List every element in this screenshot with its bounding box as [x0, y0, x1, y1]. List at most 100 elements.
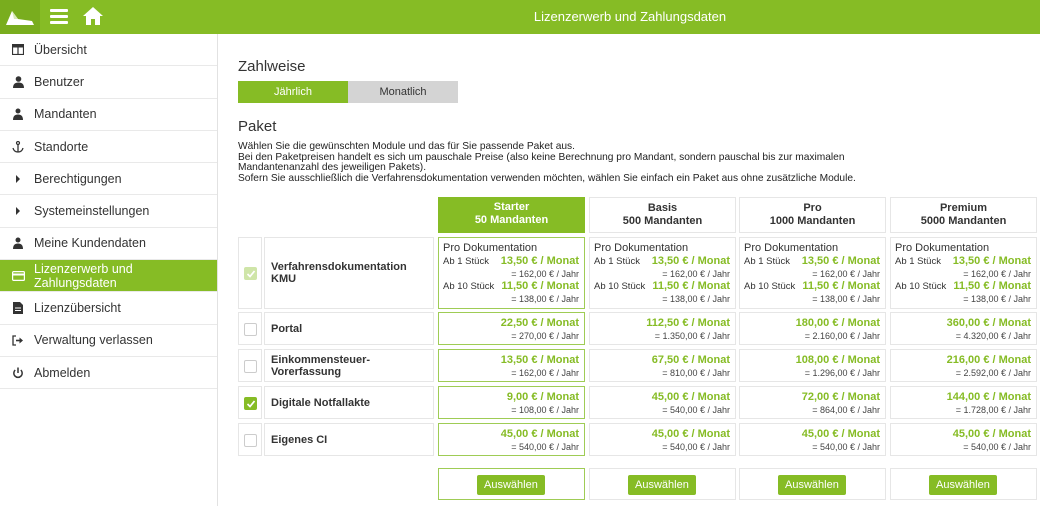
credit-card-icon: [11, 269, 25, 283]
price-monthly: 13,50 € / Monat: [952, 255, 1031, 267]
page-title: Lizenzerwerb und Zahlungsdaten: [533, 9, 727, 24]
price-cell[interactable]: 216,00 € / Monat = 2.592,00 € / Jahr: [890, 349, 1037, 382]
user-icon: [11, 75, 25, 89]
price-cell-doc-basis[interactable]: Pro Dokumentation Ab 1 Stück 13,50 € / M…: [589, 237, 736, 309]
plan-name: Starter: [493, 201, 530, 213]
plan-mandanten: 50 Mandanten: [474, 214, 549, 226]
price-cell-doc-starter[interactable]: Pro Dokumentation Ab 1 Stück 13,50 € / M…: [438, 237, 585, 309]
price-monthly: 13,50 € / Monat: [500, 255, 579, 267]
home-icon[interactable]: [82, 6, 104, 31]
price-cell[interactable]: 180,00 € / Monat = 2.160,00 € / Jahr: [739, 312, 886, 345]
module-checkbox[interactable]: [244, 323, 257, 336]
sidebar-item-standorte[interactable]: Standorte: [0, 131, 217, 164]
select-basis-button[interactable]: Auswählen: [628, 475, 696, 495]
plan-header-basis[interactable]: Basis 500 Mandanten: [589, 197, 736, 233]
select-starter-button[interactable]: Auswählen: [477, 475, 545, 495]
price-monthly: 22,50 € / Monat: [500, 317, 579, 329]
price-monthly: 11,50 € / Monat: [953, 280, 1031, 292]
module-name: Einkommensteuer-Vorerfassung: [264, 349, 434, 382]
price-yearly: = 1.728,00 € / Jahr: [955, 405, 1031, 415]
checkbox-cell: [238, 237, 262, 309]
price-cell-doc-premium[interactable]: Pro Dokumentation Ab 1 Stück 13,50 € / M…: [890, 237, 1037, 309]
price-yearly: = 162,00 € / Jahr: [963, 269, 1031, 279]
price-cell[interactable]: 360,00 € / Monat = 4.320,00 € / Jahr: [890, 312, 1037, 345]
document-icon: [11, 301, 25, 315]
price-cell[interactable]: 45,00 € / Monat = 540,00 € / Jahr: [589, 423, 736, 456]
sidebar-item-meine-kundendaten[interactable]: Meine Kundendaten: [0, 228, 217, 261]
price-cell[interactable]: 45,00 € / Monat = 540,00 € / Jahr: [739, 423, 886, 456]
plan-header-starter[interactable]: Starter 50 Mandanten: [438, 197, 585, 233]
menu-icon[interactable]: [50, 9, 68, 25]
price-cell[interactable]: 22,50 € / Monat = 270,00 € / Jahr: [438, 312, 585, 345]
price-cell[interactable]: 45,00 € / Monat = 540,00 € / Jahr: [890, 423, 1037, 456]
plan-header-premium[interactable]: Premium 5000 Mandanten: [890, 197, 1037, 233]
sidebar-item-systemeinstellungen[interactable]: Systemeinstellungen: [0, 195, 217, 228]
sidebar-item-label: Übersicht: [34, 42, 87, 57]
payment-option-yearly[interactable]: Jährlich: [238, 81, 348, 103]
price-cell[interactable]: 67,50 € / Monat = 810,00 € / Jahr: [589, 349, 736, 382]
price-cell[interactable]: 45,00 € / Monat = 540,00 € / Jahr: [438, 423, 585, 456]
plan-header-pro[interactable]: Pro 1000 Mandanten: [739, 197, 886, 233]
price-monthly: 216,00 € / Monat: [946, 354, 1031, 366]
sidebar-item-berechtigungen[interactable]: Berechtigungen: [0, 163, 217, 196]
price-yearly: = 162,00 € / Jahr: [812, 269, 880, 279]
doc-title: Pro Dokumentation: [744, 242, 839, 254]
sidebar-item-abmelden[interactable]: Abmelden: [0, 357, 217, 390]
description-line: Mandantenanzahl des jeweiligen Pakets).: [238, 162, 427, 173]
module-checkbox[interactable]: [244, 360, 257, 373]
plan-mandanten: 500 Mandanten: [622, 215, 703, 227]
price-monthly: 11,50 € / Monat: [652, 280, 730, 292]
payment-heading: Zahlweise: [238, 58, 306, 75]
select-premium-button[interactable]: Auswählen: [929, 475, 997, 495]
doc-title: Pro Dokumentation: [443, 242, 538, 254]
sidebar-item-label: Mandanten: [34, 107, 97, 122]
price-monthly: 112,50 € / Monat: [646, 317, 730, 329]
select-row: Auswählen Auswählen Auswählen Auswählen: [238, 468, 1038, 500]
price-monthly: 11,50 € / Monat: [501, 280, 579, 292]
main-content: Zahlweise Jährlich Monatlich Paket Wähle…: [238, 34, 1038, 506]
price-yearly: = 2.592,00 € / Jahr: [955, 368, 1031, 378]
payment-option-monthly[interactable]: Monatlich: [348, 81, 458, 103]
select-cell: Auswählen: [890, 468, 1037, 500]
price-monthly: 360,00 € / Monat: [946, 317, 1031, 329]
module-checkbox[interactable]: [244, 434, 257, 447]
price-cell[interactable]: 72,00 € / Monat = 864,00 € / Jahr: [739, 386, 886, 419]
price-monthly: 180,00 € / Monat: [795, 317, 880, 329]
sidebar-item-lizenzerwerb[interactable]: Lizenzerwerb und Zahlungsdaten: [0, 260, 217, 293]
module-checkbox[interactable]: [244, 397, 257, 410]
module-row-eigenes-ci: Eigenes CI 45,00 € / Monat = 540,00 € / …: [238, 423, 1038, 456]
price-cell[interactable]: 9,00 € / Monat = 108,00 € / Jahr: [438, 386, 585, 419]
package-description: Wählen Sie die gewünschten Module und da…: [238, 141, 918, 184]
price-cell[interactable]: 108,00 € / Monat = 1.296,00 € / Jahr: [739, 349, 886, 382]
price-cell-doc-pro[interactable]: Pro Dokumentation Ab 1 Stück 13,50 € / M…: [739, 237, 886, 309]
top-bar: Lizenzerwerb und Zahlungsdaten: [0, 0, 1040, 34]
tier-label: Ab 1 Stück: [744, 256, 790, 267]
price-yearly: = 138,00 € / Jahr: [511, 294, 579, 304]
sidebar-item-verwaltung-verlassen[interactable]: Verwaltung verlassen: [0, 325, 217, 357]
tier-label: Ab 10 Stück: [895, 281, 947, 292]
sidebar-item-label: Verwaltung verlassen: [34, 333, 153, 348]
price-monthly: 13,50 € / Monat: [651, 255, 730, 267]
price-monthly: 13,50 € / Monat: [801, 255, 880, 267]
price-cell[interactable]: 45,00 € / Monat = 540,00 € / Jahr: [589, 386, 736, 419]
price-cell[interactable]: 112,50 € / Monat = 1.350,00 € / Jahr: [589, 312, 736, 345]
module-checkbox[interactable]: [244, 267, 257, 280]
price-yearly: = 4.320,00 € / Jahr: [955, 331, 1031, 341]
plan-mandanten: 5000 Mandanten: [920, 215, 1007, 227]
price-monthly: 45,00 € / Monat: [651, 391, 730, 403]
sidebar-item-label: Lizenzerwerb und Zahlungsdaten: [34, 261, 133, 290]
price-monthly: 9,00 € / Monat: [506, 391, 579, 403]
logo[interactable]: [0, 0, 40, 34]
sidebar-item-mandanten[interactable]: Mandanten: [0, 99, 217, 131]
price-yearly: = 540,00 € / Jahr: [662, 442, 730, 452]
plan-name: Pro: [803, 202, 822, 214]
sidebar-item-label: Lizenzübersicht: [34, 301, 121, 316]
price-cell[interactable]: 13,50 € / Monat = 162,00 € / Jahr: [438, 349, 585, 382]
price-cell[interactable]: 144,00 € / Monat = 1.728,00 € / Jahr: [890, 386, 1037, 419]
select-pro-button[interactable]: Auswählen: [778, 475, 846, 495]
sidebar-item-benutzer[interactable]: Benutzer: [0, 66, 217, 99]
sidebar-item-lizenzuebersicht[interactable]: Lizenzübersicht: [0, 292, 217, 325]
sidebar-item-uebersicht[interactable]: Übersicht: [0, 34, 217, 67]
price-monthly: 45,00 € / Monat: [500, 428, 579, 440]
sidebar-item-label: Meine Kundendaten: [34, 236, 146, 251]
